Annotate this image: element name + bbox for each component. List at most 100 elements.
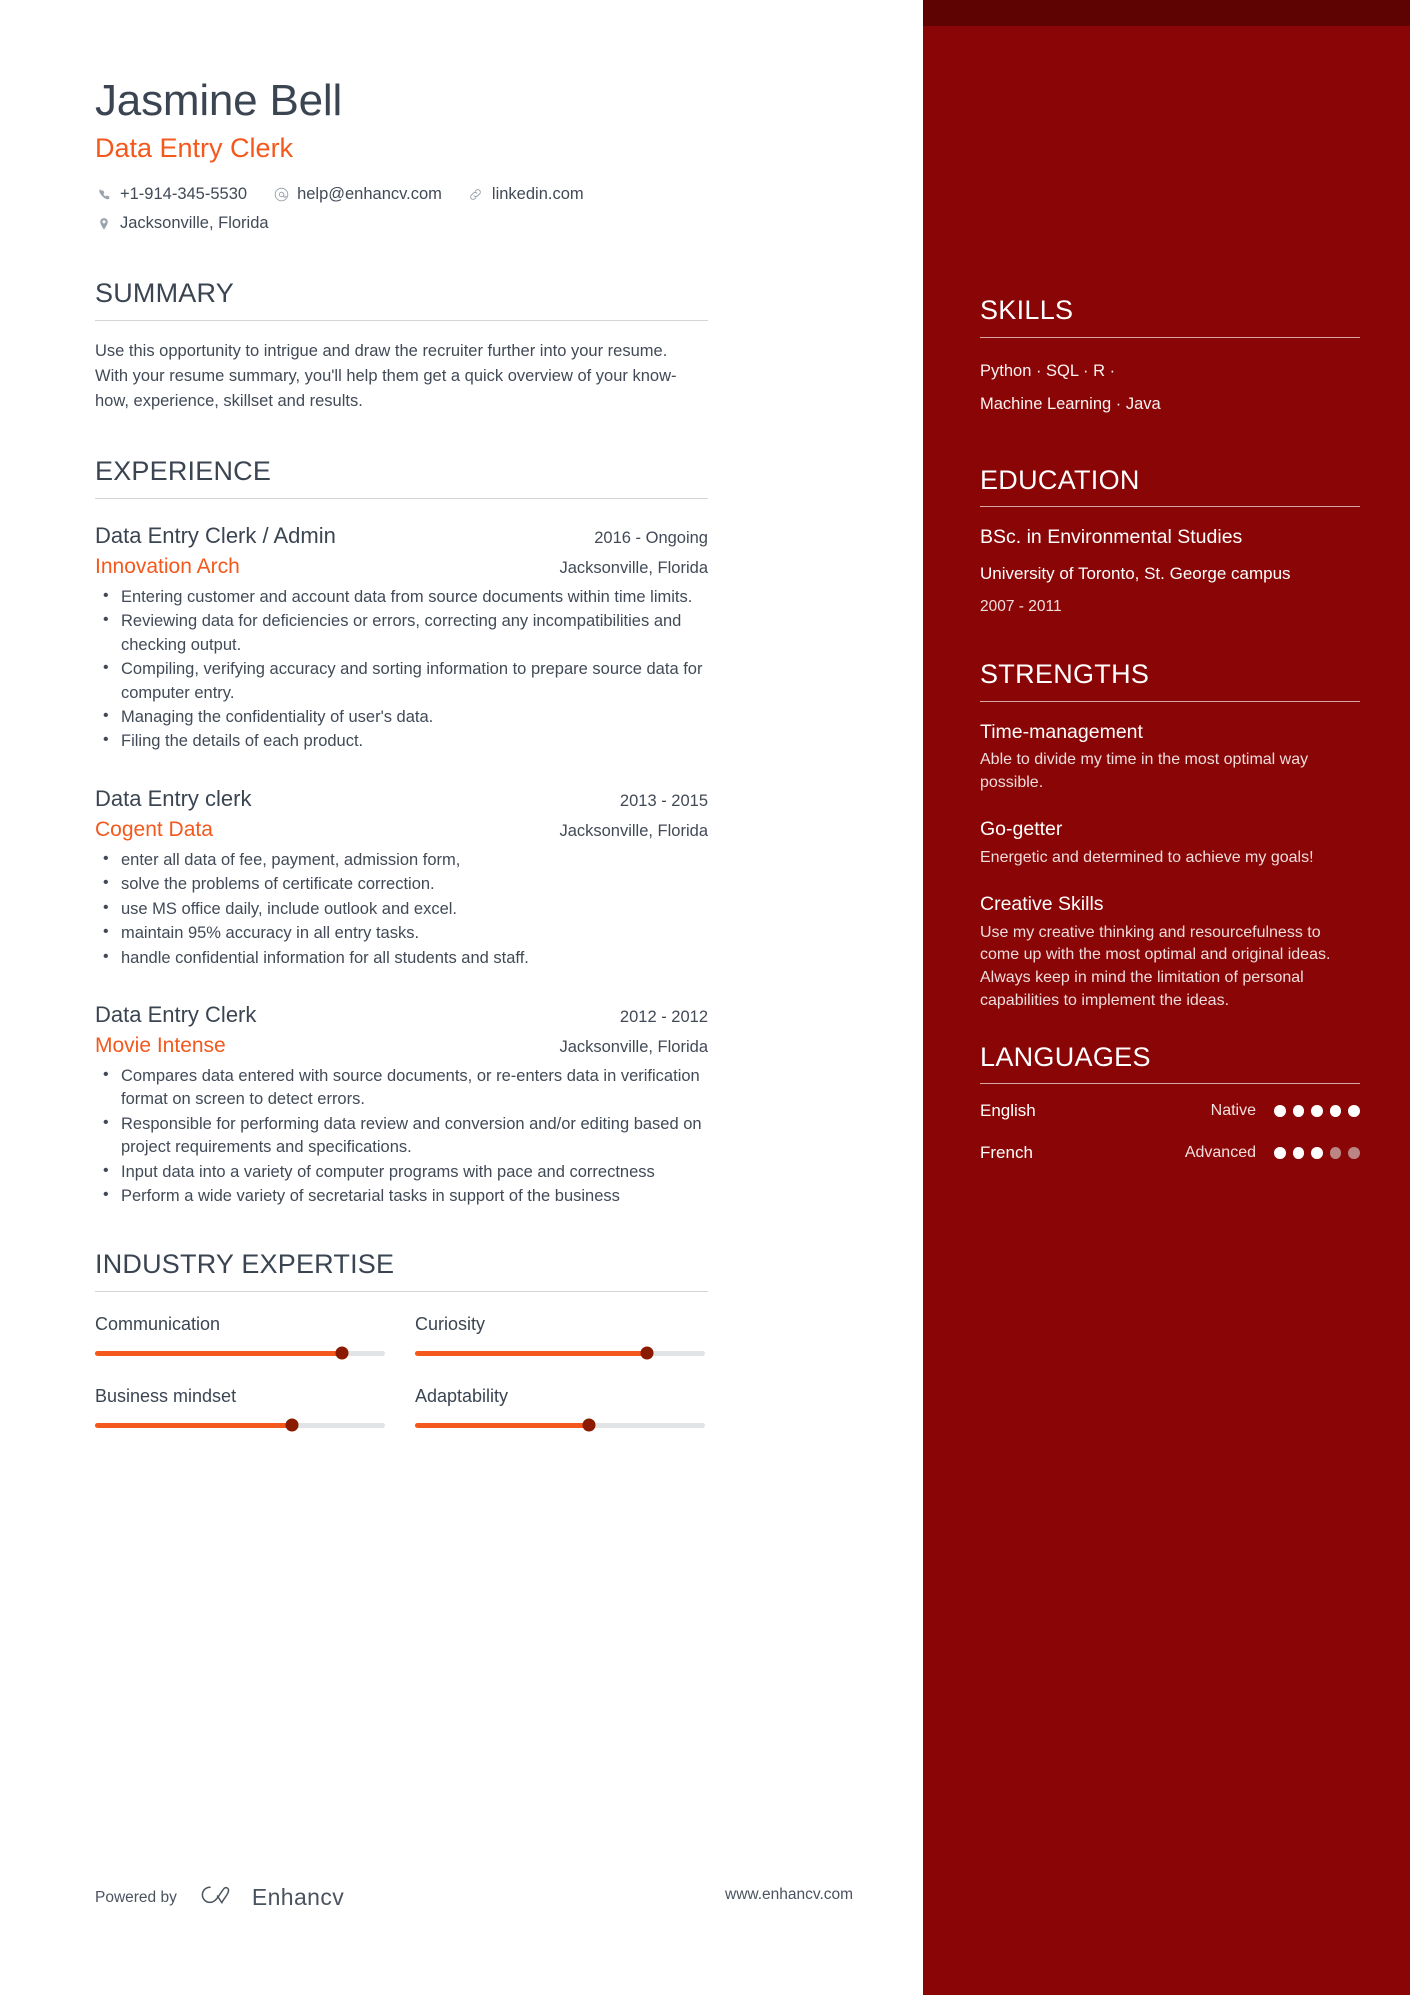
- languages-divider: [980, 1083, 1360, 1085]
- summary-text: Use this opportunity to intrigue and dra…: [95, 341, 677, 410]
- expertise-label: Communication: [95, 1313, 221, 1334]
- expertise-grid: Communication Curiosity Business mindset Ad…: [95, 1312, 708, 1432]
- job-company: Innovation Arch: [95, 554, 240, 578]
- industry-expertise-divider: [95, 1290, 708, 1292]
- job-bullet: enter all data of fee, payment, admissio…: [95, 848, 708, 872]
- enhancv-brand-name: Enhancv: [251, 1884, 345, 1910]
- expertise-slider-knob[interactable]: [640, 1346, 654, 1360]
- expertise-slider-knob[interactable]: [582, 1418, 596, 1432]
- language-row: English Native: [980, 1101, 1360, 1121]
- email-icon: [272, 187, 290, 202]
- contact-link-text: linkedin.com: [491, 185, 584, 204]
- strength-description: Use my creative thinking and resourceful…: [980, 923, 1331, 1009]
- rating-dot-filled: [1274, 1105, 1286, 1118]
- contact-link[interactable]: linkedin.com: [467, 183, 584, 206]
- phone-icon: [95, 188, 113, 201]
- job-title: Data Entry clerk: [95, 785, 252, 811]
- link-icon: [467, 187, 485, 202]
- contact-location-text: Jacksonville, Florida: [120, 214, 269, 233]
- education-school: University of Toronto, St. George campus: [980, 563, 1291, 583]
- job-company: Cogent Data: [95, 817, 213, 841]
- strength-description: Able to divide my time in the most optim…: [980, 751, 1309, 791]
- job-bullets: Entering customer and account data from …: [95, 585, 708, 754]
- job-title: Data Entry Clerk: [95, 1002, 257, 1027]
- expertise-item: Business mindset: [95, 1384, 385, 1432]
- job-location: Jacksonville, Florida: [559, 821, 708, 840]
- language-rating-dots: [1274, 1105, 1360, 1118]
- rating-dot-filled: [1274, 1147, 1286, 1160]
- strength-name: Time-management: [980, 720, 1143, 743]
- contact-phone[interactable]: +1-914-345-5530: [95, 183, 247, 206]
- language-level: Native: [1210, 1102, 1256, 1120]
- job-bullet: use MS office daily, include outlook and…: [95, 897, 708, 921]
- sidebar-section-strengths: STRENGTHS Time-management Able to divide…: [980, 659, 1360, 1013]
- experience-entry: Data Entry Clerk 2012 - 2012 Movie Inten…: [95, 1000, 708, 1209]
- rating-dot-filled: [1348, 1105, 1360, 1118]
- expertise-item: Adaptability: [415, 1384, 705, 1432]
- language-level: Advanced: [1184, 1144, 1256, 1162]
- expertise-slider-track[interactable]: [95, 1346, 385, 1360]
- language-name: French: [980, 1143, 1033, 1163]
- job-bullet: Compares data entered with source docume…: [95, 1064, 708, 1112]
- expertise-slider-knob[interactable]: [285, 1418, 299, 1432]
- skills-line: Python · SQL · R ·: [980, 361, 1116, 380]
- job-bullet: handle confidential information for all …: [95, 946, 708, 970]
- experience-divider: [95, 497, 708, 499]
- strength-item: Go-getter Energetic and determined to ac…: [980, 816, 1360, 869]
- main-column: Jasmine Bell Data Entry Clerk +1-914-345…: [0, 0, 923, 1995]
- job-bullets: Compares data entered with source docume…: [95, 1064, 708, 1209]
- sidebar-section-education: EDUCATION BSc. in Environmental Studies …: [980, 465, 1360, 618]
- expertise-slider-fill: [95, 1422, 293, 1428]
- sidebar-section-skills: SKILLS Python · SQL · R · Machine Learni…: [980, 295, 1360, 421]
- expertise-item: Communication: [95, 1312, 385, 1360]
- contact-email[interactable]: help@enhancv.com: [272, 183, 442, 206]
- expertise-slider-track[interactable]: [415, 1418, 705, 1432]
- expertise-label: Curiosity: [415, 1313, 486, 1334]
- strength-item: Creative Skills Use my creative thinking…: [980, 891, 1360, 1012]
- expertise-slider-knob[interactable]: [335, 1346, 348, 1360]
- skills-divider: [980, 336, 1360, 338]
- strengths-divider: [980, 700, 1360, 702]
- section-summary: SUMMARY Use this opportunity to intrigue…: [95, 278, 708, 414]
- expertise-slider-track[interactable]: [415, 1346, 705, 1360]
- strengths-heading: STRENGTHS: [980, 659, 1150, 690]
- strength-item: Time-management Able to divide my time i…: [980, 719, 1360, 795]
- language-row: French Advanced: [980, 1143, 1360, 1163]
- strength-name: Creative Skills: [980, 893, 1104, 916]
- expertise-slider-fill: [95, 1350, 342, 1356]
- job-bullet: Perform a wide variety of secretarial ta…: [95, 1184, 708, 1208]
- summary-divider: [95, 319, 708, 321]
- expertise-item: Curiosity: [415, 1312, 705, 1360]
- job-bullet: Input data into a variety of computer pr…: [95, 1160, 708, 1184]
- enhancv-logo-icon: [199, 1884, 243, 1911]
- skills-heading: SKILLS: [980, 295, 1074, 325]
- job-dates: 2016 - Ongoing: [594, 528, 708, 547]
- candidate-name: Jasmine Bell: [95, 76, 343, 125]
- expertise-slider-track[interactable]: [95, 1418, 385, 1432]
- footer: Powered by Enhancv www.enhancv.com: [95, 1884, 895, 1911]
- section-industry-expertise: INDUSTRY EXPERTISE Communication Curiosit…: [95, 1248, 708, 1432]
- experience-entry: Data Entry Clerk / Admin 2016 - Ongoing …: [95, 521, 708, 754]
- education-degree: BSc. in Environmental Studies: [980, 526, 1243, 549]
- industry-expertise-heading: INDUSTRY EXPERTISE: [95, 1248, 395, 1279]
- education-dates: 2007 - 2011: [980, 598, 1062, 616]
- rating-dot-filled: [1329, 1105, 1342, 1118]
- job-dates: 2012 - 2012: [619, 1008, 708, 1026]
- job-location: Jacksonville, Florida: [559, 1037, 708, 1056]
- resume-page: SKILLS Python · SQL · R · Machine Learni…: [0, 0, 1410, 1995]
- contact-phone-text: +1-914-345-5530: [120, 185, 248, 204]
- contact-details: +1-914-345-5530 help@enhancv.com linkedi…: [95, 183, 795, 235]
- footer-url: www.enhancv.com: [725, 1886, 854, 1903]
- rating-dot-filled: [1311, 1105, 1323, 1118]
- candidate-role: Data Entry Clerk: [95, 133, 294, 164]
- job-bullets: enter all data of fee, payment, admissio…: [95, 848, 708, 970]
- job-bullet: solve the problems of certificate correc…: [95, 872, 708, 896]
- experience-heading: EXPERIENCE: [95, 455, 272, 486]
- languages-heading: LANGUAGES: [980, 1041, 1151, 1072]
- job-title: Data Entry Clerk / Admin: [95, 522, 336, 548]
- language-name: English: [980, 1101, 1036, 1121]
- powered-by-label: Powered by: [95, 1888, 177, 1906]
- expertise-label: Business mindset: [95, 1385, 237, 1406]
- skills-line: Machine Learning · Java: [980, 394, 1161, 413]
- rating-dot-filled: [1292, 1147, 1305, 1160]
